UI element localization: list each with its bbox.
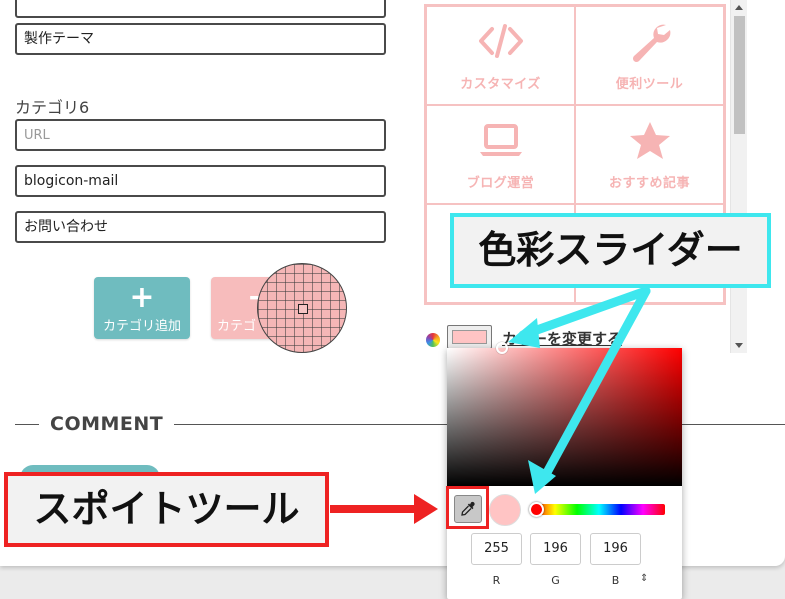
slider-arrow-upper [508, 286, 651, 348]
eyedropper-callout: スポイトツール [4, 472, 329, 547]
eyedropper-arrow [330, 494, 438, 524]
color-slider-callout: 色彩スライダー [450, 213, 771, 288]
slider-arrow-lower [528, 286, 651, 494]
screenshot-stage: 製作テーマ カテゴリ6 URL blogicon-mail お問い合わせ + カ… [0, 0, 785, 599]
